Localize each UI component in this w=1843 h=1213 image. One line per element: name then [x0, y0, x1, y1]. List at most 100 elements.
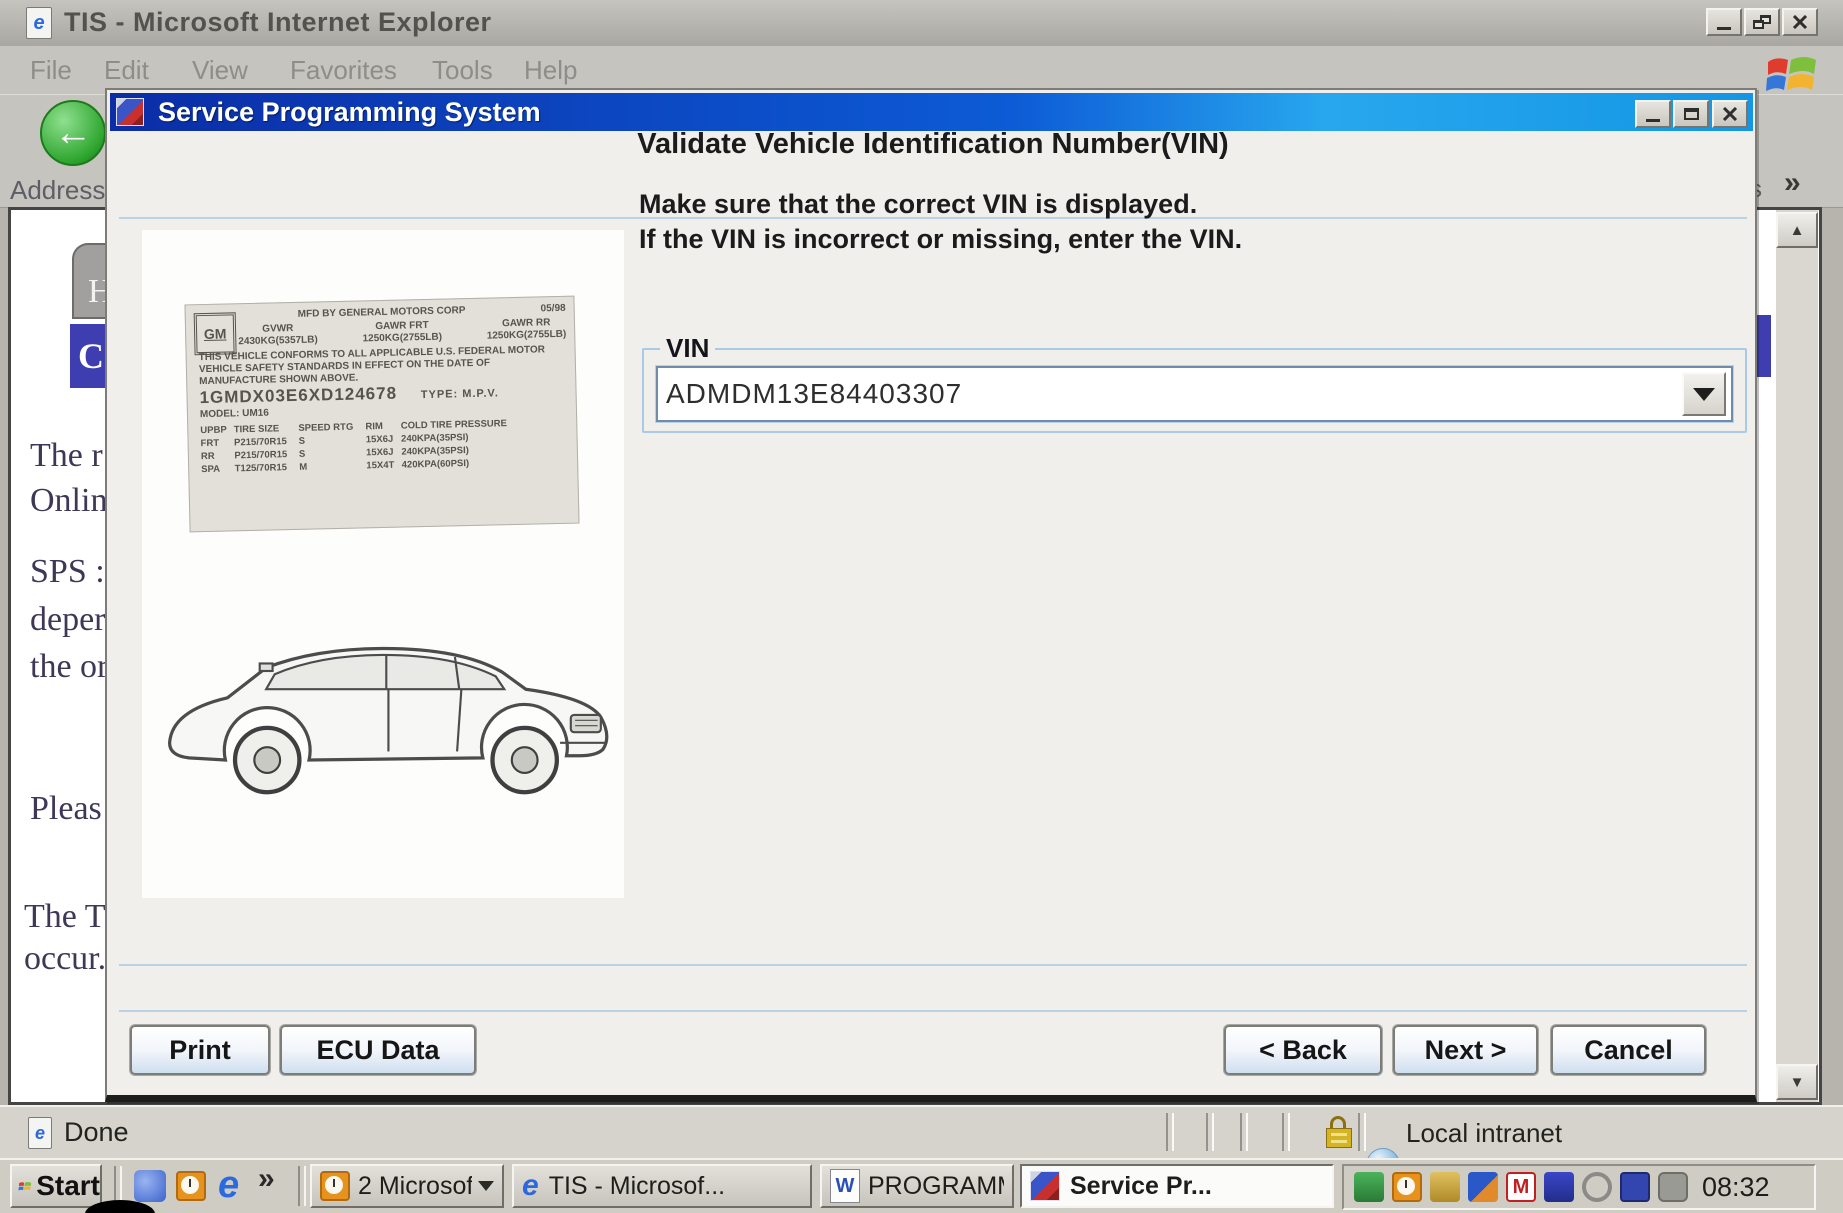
- tray-book-icon[interactable]: [1544, 1172, 1574, 1202]
- status-divider: [1206, 1113, 1214, 1151]
- sticker-mfd-line: MFD BY GENERAL MOTORS CORP: [298, 305, 466, 321]
- tray-print-agent-icon[interactable]: [1354, 1172, 1384, 1202]
- task-tis-ie[interactable]: e TIS - Microsof...: [512, 1164, 812, 1208]
- menu-help[interactable]: Help: [524, 46, 577, 94]
- ecu-data-button[interactable]: ECU Data: [280, 1025, 476, 1075]
- ie-restore-button[interactable]: [1744, 8, 1780, 36]
- tray-volume-icon[interactable]: [1582, 1172, 1612, 1202]
- sticker-vin: 1GMDX03E6XD124678: [199, 384, 397, 407]
- sps-titlebar: Service Programming System: [110, 93, 1753, 131]
- scroll-down-icon: ▼: [1790, 1074, 1805, 1091]
- menu-view[interactable]: View: [192, 46, 248, 94]
- sps-close-button[interactable]: [1712, 100, 1748, 128]
- sps-maximize-button[interactable]: [1673, 100, 1709, 128]
- gm-logo: GM: [194, 312, 237, 355]
- group-expand-icon: [478, 1181, 494, 1191]
- vehicle-image-panel: GM MFD BY GENERAL MOTORS CORP 05/98 GVWR…: [142, 230, 624, 898]
- taskbar-divider: [298, 1166, 306, 1206]
- scroll-up-button[interactable]: ▲: [1776, 212, 1818, 248]
- sticker-tire-table: UPBPTIRE SIZE SPEED RTGRIM COLD TIRE PRE…: [200, 418, 529, 477]
- menu-file[interactable]: File: [30, 46, 72, 94]
- restore-icon: [1753, 15, 1771, 29]
- ie-window-title: TIS - Microsoft Internet Explorer: [64, 7, 492, 38]
- task-clock-icon: [320, 1171, 350, 1201]
- task-microsoft-group[interactable]: 2 Microsoft ...: [310, 1164, 504, 1208]
- minimize-icon: [1646, 119, 1660, 122]
- page-text-fragment: The r: [30, 437, 103, 475]
- page-text-fragment: The T: [24, 898, 106, 936]
- ie-e-icon: e: [33, 13, 44, 33]
- tray-display-icon[interactable]: [1620, 1172, 1650, 1202]
- menu-favorites[interactable]: Favorites: [290, 46, 397, 94]
- minimize-icon: [1717, 27, 1731, 30]
- sticker-type: TYPE: M.P.V.: [421, 387, 499, 401]
- tray-network-map-icon[interactable]: [1468, 1172, 1498, 1202]
- back-arrow-icon: ←: [54, 112, 92, 155]
- back-step-button[interactable]: < Back: [1224, 1025, 1382, 1075]
- dropdown-arrow-icon: [1693, 388, 1715, 401]
- vehicle-cert-label: GM MFD BY GENERAL MOTORS CORP 05/98 GVWR…: [184, 296, 579, 533]
- sticker-gawr-frt-label: GAWR FRT: [375, 320, 429, 332]
- lock-icon: [1326, 1116, 1352, 1148]
- start-label: Start: [36, 1170, 100, 1202]
- tray-scheduler-icon[interactable]: [1658, 1172, 1688, 1202]
- tray-mcafee-icon[interactable]: M: [1506, 1172, 1536, 1202]
- back-button[interactable]: ←: [40, 100, 106, 166]
- ie-close-button[interactable]: [1782, 8, 1818, 36]
- sticker-compliance-text: THIS VEHICLE CONFORMS TO ALL APPLICABLE …: [199, 344, 568, 388]
- vin-dropdown-button[interactable]: [1682, 372, 1726, 416]
- task-word-programm[interactable]: W PROGRAMM...: [820, 1164, 1014, 1208]
- ie-titlebar: e TIS - Microsoft Internet Explorer: [0, 0, 1843, 47]
- ie-minimize-button[interactable]: [1706, 8, 1742, 36]
- quicklaunch-app-icon[interactable]: [134, 1170, 166, 1202]
- quicklaunch-chevron-icon[interactable]: »: [258, 1162, 275, 1196]
- tray-clock-icon[interactable]: [1392, 1172, 1422, 1202]
- quicklaunch-ie-icon[interactable]: e: [218, 1164, 239, 1207]
- sticker-gawr-rr-label: GAWR RR: [502, 317, 551, 329]
- vin-group-label: VIN: [660, 333, 715, 364]
- ie-window-icon: e: [26, 7, 52, 39]
- taskbar: Start e » 2 Microsoft ... e TIS - Micros…: [0, 1158, 1843, 1213]
- tray-updates-icon[interactable]: [1430, 1172, 1460, 1202]
- quicklaunch-clock-icon[interactable]: [176, 1171, 206, 1201]
- scroll-up-icon: ▲: [1790, 222, 1805, 239]
- dialog-heading: Validate Vehicle Identification Number(V…: [107, 128, 1759, 161]
- start-flag-icon: [18, 1174, 32, 1198]
- maximize-icon: [1684, 108, 1699, 120]
- next-button[interactable]: Next >: [1393, 1025, 1538, 1075]
- sps-title: Service Programming System: [158, 97, 541, 128]
- system-tray: M 08:32: [1342, 1164, 1816, 1210]
- instruction-line-2: If the VIN is incorrect or missing, ente…: [639, 222, 1242, 257]
- menu-edit[interactable]: Edit: [104, 46, 149, 94]
- sps-minimize-button[interactable]: [1635, 100, 1671, 128]
- status-page-icon: e: [28, 1117, 52, 1149]
- sticker-gvwr-label: GVWR: [262, 323, 293, 335]
- status-divider: [1282, 1113, 1290, 1151]
- close-icon: [1792, 15, 1808, 29]
- page-text-fragment: the or: [30, 648, 108, 686]
- vin-combobox[interactable]: ADMDM13E84403307: [656, 366, 1733, 422]
- windows-flag-icon: [1764, 50, 1820, 96]
- divider: [119, 1010, 1747, 1012]
- print-button[interactable]: Print: [130, 1025, 270, 1075]
- sticker-gawr-frt-value: 1250KG(2755LB): [362, 332, 442, 345]
- vehicle-illustration: [146, 602, 618, 814]
- status-done: Done: [64, 1117, 129, 1148]
- task-service-programming[interactable]: Service Pr...: [1020, 1164, 1334, 1208]
- scroll-down-button[interactable]: ▼: [1776, 1064, 1818, 1100]
- tray-clock-time[interactable]: 08:32: [1702, 1172, 1770, 1203]
- ie-statusbar: e Done Local intranet: [0, 1105, 1843, 1160]
- start-button[interactable]: Start: [10, 1164, 102, 1208]
- vin-group: VIN ADMDM13E84403307: [642, 333, 1747, 433]
- page-text-fragment: SPS :: [30, 553, 105, 591]
- status-divider: [1358, 1113, 1366, 1151]
- instruction-line-1: Make sure that the correct VIN is displa…: [639, 187, 1197, 222]
- sps-app-icon: [116, 98, 144, 126]
- divider: [119, 964, 1747, 966]
- page-text-fragment: occur.: [24, 940, 106, 978]
- vertical-scrollbar[interactable]: ▲ ▼: [1776, 210, 1818, 1102]
- toolbar-chevron-icon[interactable]: »: [1784, 166, 1801, 200]
- page-selection-sliver: [1757, 315, 1771, 377]
- cancel-button[interactable]: Cancel: [1551, 1025, 1706, 1075]
- menu-tools[interactable]: Tools: [432, 46, 493, 94]
